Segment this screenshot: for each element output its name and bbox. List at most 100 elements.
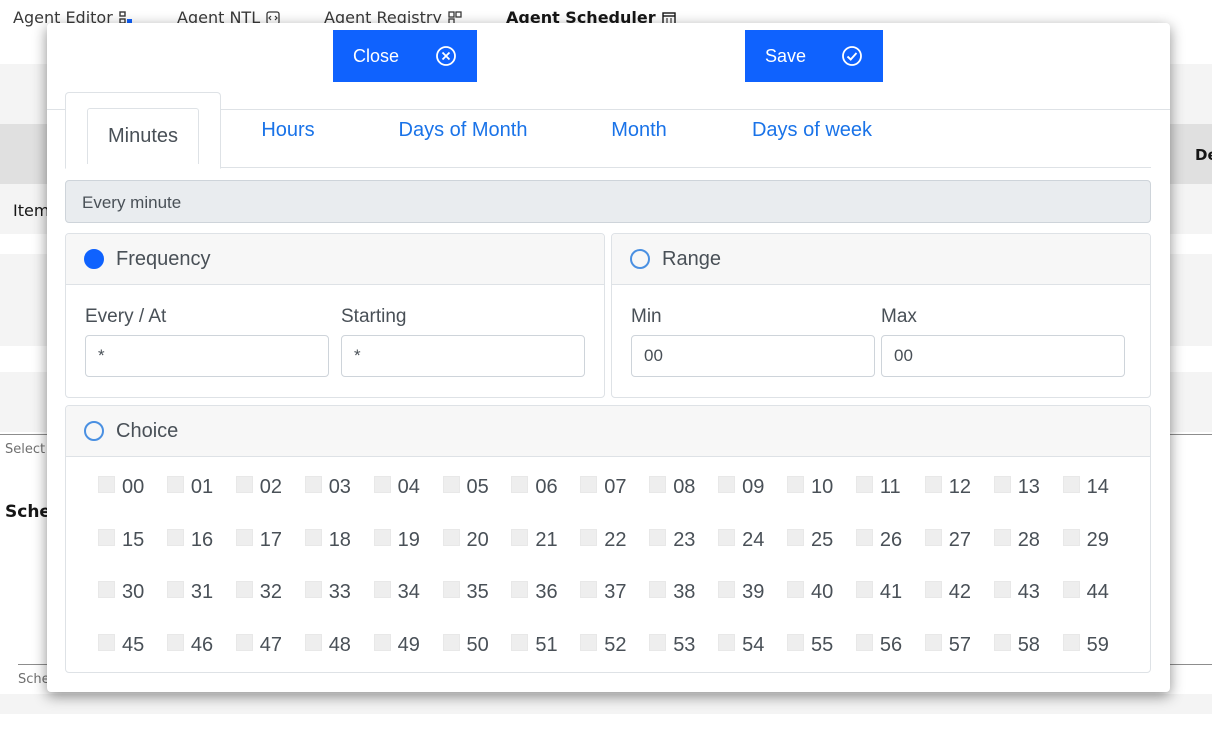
minute-option-16[interactable]: 16 [166, 528, 213, 552]
minute-checkbox[interactable] [442, 528, 460, 546]
minute-checkbox[interactable] [718, 633, 736, 651]
minute-option-43[interactable]: 43 [993, 581, 1040, 604]
minute-option-33[interactable]: 33 [304, 581, 351, 604]
minute-checkbox[interactable] [993, 581, 1011, 598]
minute-checkbox[interactable] [373, 528, 391, 546]
minute-checkbox[interactable] [166, 528, 184, 546]
tab-days-of-week[interactable]: Days of week [737, 92, 887, 168]
min-input[interactable] [631, 335, 875, 377]
minute-option-03[interactable]: 03 [304, 476, 351, 499]
minute-checkbox[interactable] [649, 528, 667, 546]
minute-option-56[interactable]: 56 [855, 633, 902, 657]
minute-option-27[interactable]: 27 [924, 528, 971, 552]
minute-option-21[interactable]: 21 [511, 528, 558, 552]
minute-checkbox[interactable] [1062, 581, 1080, 598]
minute-checkbox[interactable] [235, 633, 253, 651]
minute-option-59[interactable]: 59 [1062, 633, 1109, 657]
minute-option-49[interactable]: 49 [373, 633, 420, 657]
minute-checkbox[interactable] [166, 581, 184, 598]
minute-checkbox[interactable] [235, 476, 253, 493]
minute-option-52[interactable]: 52 [580, 633, 627, 657]
minute-option-11[interactable]: 11 [855, 476, 901, 499]
minute-option-18[interactable]: 18 [304, 528, 351, 552]
minute-option-51[interactable]: 51 [511, 633, 558, 657]
starting-input[interactable] [341, 335, 585, 377]
minute-checkbox[interactable] [98, 528, 115, 546]
frequency-header[interactable]: Frequency [66, 234, 604, 285]
range-radio[interactable] [630, 249, 650, 269]
minute-checkbox[interactable] [373, 633, 391, 651]
minute-option-14[interactable]: 14 [1062, 476, 1109, 499]
minute-option-28[interactable]: 28 [993, 528, 1040, 552]
minute-checkbox[interactable] [511, 476, 529, 493]
minute-checkbox[interactable] [373, 476, 391, 493]
minute-checkbox[interactable] [718, 476, 736, 493]
minute-option-06[interactable]: 06 [511, 476, 558, 499]
frequency-radio[interactable] [84, 249, 104, 269]
close-button[interactable]: Close [333, 30, 477, 82]
minute-checkbox[interactable] [855, 528, 873, 546]
minute-checkbox[interactable] [993, 633, 1011, 651]
minute-option-08[interactable]: 08 [649, 476, 695, 499]
minute-checkbox[interactable] [442, 633, 460, 651]
minute-option-22[interactable]: 22 [580, 528, 627, 552]
minute-checkbox[interactable] [304, 633, 322, 651]
minute-option-31[interactable]: 31 [166, 581, 213, 604]
minute-checkbox[interactable] [166, 476, 184, 493]
minute-option-20[interactable]: 20 [442, 528, 489, 552]
minute-option-24[interactable]: 24 [718, 528, 764, 552]
every-input[interactable] [85, 335, 329, 377]
minute-option-23[interactable]: 23 [649, 528, 695, 552]
minute-option-07[interactable]: 07 [580, 476, 627, 499]
minute-checkbox[interactable] [855, 581, 873, 598]
minute-checkbox[interactable] [649, 633, 667, 651]
minute-checkbox[interactable] [993, 476, 1011, 493]
minute-option-40[interactable]: 40 [787, 581, 833, 604]
minute-option-38[interactable]: 38 [649, 581, 695, 604]
tab-minutes[interactable]: Minutes [65, 92, 221, 169]
minute-option-34[interactable]: 34 [373, 581, 420, 604]
minute-option-54[interactable]: 54 [718, 633, 764, 657]
minute-option-25[interactable]: 25 [787, 528, 833, 552]
minute-checkbox[interactable] [1062, 633, 1080, 651]
minute-option-48[interactable]: 48 [304, 633, 351, 657]
minute-option-13[interactable]: 13 [993, 476, 1040, 499]
minute-option-12[interactable]: 12 [924, 476, 971, 499]
minute-option-30[interactable]: 30 [98, 581, 144, 604]
minute-checkbox[interactable] [787, 476, 804, 493]
minute-option-09[interactable]: 09 [718, 476, 764, 499]
minute-option-55[interactable]: 55 [787, 633, 833, 657]
minute-checkbox[interactable] [304, 476, 322, 493]
minute-option-44[interactable]: 44 [1062, 581, 1109, 604]
minute-checkbox[interactable] [993, 528, 1011, 546]
minute-option-04[interactable]: 04 [373, 476, 420, 499]
minute-checkbox[interactable] [373, 581, 391, 598]
tab-days-of-month[interactable]: Days of Month [380, 92, 546, 168]
minute-option-00[interactable]: 00 [98, 476, 144, 499]
minute-checkbox[interactable] [855, 476, 873, 493]
minute-checkbox[interactable] [855, 633, 873, 651]
minute-checkbox[interactable] [580, 581, 598, 598]
minute-option-10[interactable]: 10 [787, 476, 833, 499]
minute-checkbox[interactable] [718, 581, 736, 598]
minute-checkbox[interactable] [718, 528, 736, 546]
minute-option-26[interactable]: 26 [855, 528, 902, 552]
minute-checkbox[interactable] [98, 581, 115, 598]
minute-option-17[interactable]: 17 [235, 528, 282, 552]
minute-checkbox[interactable] [924, 581, 942, 598]
minute-checkbox[interactable] [1062, 528, 1080, 546]
minute-option-53[interactable]: 53 [649, 633, 695, 657]
minute-checkbox[interactable] [98, 633, 115, 651]
minute-checkbox[interactable] [580, 528, 598, 546]
minute-checkbox[interactable] [580, 476, 598, 493]
minute-option-35[interactable]: 35 [442, 581, 489, 604]
minute-checkbox[interactable] [924, 633, 942, 651]
minute-option-42[interactable]: 42 [924, 581, 971, 604]
minute-checkbox[interactable] [442, 581, 460, 598]
minute-checkbox[interactable] [235, 581, 253, 598]
minute-checkbox[interactable] [924, 476, 942, 493]
minute-option-47[interactable]: 47 [235, 633, 282, 657]
minute-checkbox[interactable] [235, 528, 253, 546]
save-button[interactable]: Save [745, 30, 883, 82]
minute-option-46[interactable]: 46 [166, 633, 213, 657]
